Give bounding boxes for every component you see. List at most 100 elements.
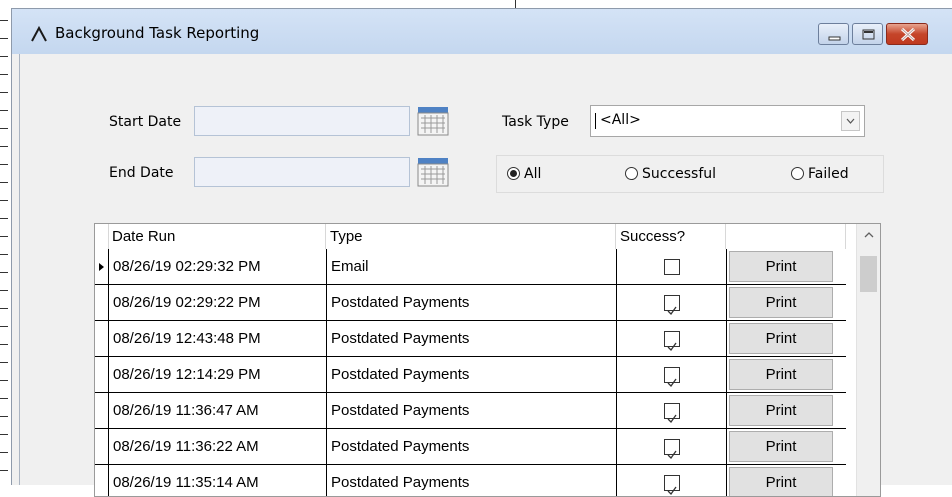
- ruler-tick: [0, 164, 8, 165]
- success-checkbox[interactable]: [663, 475, 680, 496]
- maximize-button[interactable]: [852, 23, 883, 45]
- radio-failed-indicator: [791, 167, 804, 180]
- column-header-date-run[interactable]: Date Run: [108, 224, 326, 249]
- ruler-tick: [0, 92, 8, 93]
- start-date-input[interactable]: [194, 106, 410, 136]
- app-logo-icon: [30, 25, 48, 46]
- minimize-button[interactable]: [818, 23, 849, 45]
- vertical-scrollbar[interactable]: [856, 224, 880, 496]
- checkmark-icon: [667, 342, 677, 352]
- table-row[interactable]: 08/26/19 11:36:22 AM Postdated Payments Pr…: [95, 429, 855, 465]
- success-checkbox[interactable]: [663, 403, 680, 424]
- cell-date-run[interactable]: 08/26/19 12:43:48 PM: [108, 321, 326, 357]
- end-date-input[interactable]: [194, 157, 410, 187]
- end-date-calendar-button[interactable]: [417, 157, 449, 187]
- calendar-icon: [417, 158, 449, 187]
- cell-type[interactable]: Postdated Payments: [326, 429, 616, 465]
- task-type-value: <All>: [600, 112, 641, 128]
- cell-print: Print: [726, 249, 846, 285]
- table-row[interactable]: 08/26/19 11:36:47 AM Postdated Payments Pr…: [95, 393, 855, 429]
- ruler-tick: [0, 272, 8, 273]
- close-button[interactable]: [886, 23, 928, 45]
- row-selector[interactable]: [95, 285, 108, 321]
- cell-success: [616, 429, 726, 465]
- cell-type[interactable]: Postdated Payments: [326, 357, 616, 393]
- cell-type[interactable]: Postdated Payments: [326, 465, 616, 496]
- cell-success: [616, 393, 726, 429]
- cell-success: [616, 465, 726, 496]
- column-header-success[interactable]: Success?: [616, 224, 726, 249]
- app-window: Background Task Reporting Start Date End…: [11, 8, 952, 497]
- cell-type[interactable]: Email: [326, 249, 616, 285]
- ruler-tick: [0, 56, 8, 57]
- print-button[interactable]: Print: [729, 323, 833, 354]
- title-bar[interactable]: Background Task Reporting: [12, 9, 952, 54]
- print-button[interactable]: Print: [729, 395, 833, 426]
- start-date-label: Start Date: [109, 114, 182, 130]
- print-button[interactable]: Print: [729, 359, 833, 390]
- cell-date-run[interactable]: 08/26/19 11:35:14 AM: [108, 465, 326, 496]
- cell-date-run[interactable]: 08/26/19 11:36:47 AM: [108, 393, 326, 429]
- print-button[interactable]: Print: [729, 431, 833, 462]
- ruler-tick: [0, 200, 8, 201]
- success-checkbox[interactable]: [663, 295, 680, 316]
- table-row[interactable]: 08/26/19 02:29:22 PM Postdated Payments Pr…: [95, 285, 855, 321]
- row-selector[interactable]: [95, 465, 108, 496]
- table-row[interactable]: 08/26/19 02:29:32 PM Email Print: [95, 249, 855, 285]
- cell-type[interactable]: Postdated Payments: [326, 393, 616, 429]
- print-button[interactable]: Print: [729, 287, 833, 318]
- row-selector[interactable]: [95, 429, 108, 465]
- ruler-tick: [0, 38, 8, 39]
- row-selector[interactable]: [95, 249, 108, 285]
- ruler-tick: [0, 146, 8, 147]
- checkmark-icon: [667, 450, 677, 460]
- ruler-tick: [0, 128, 8, 129]
- current-row-arrow-icon: [99, 263, 104, 271]
- dropdown-button[interactable]: [841, 111, 860, 131]
- cell-success: [616, 321, 726, 357]
- column-header-print: [726, 224, 846, 249]
- column-header-type[interactable]: Type: [326, 224, 616, 249]
- scrollbar-thumb[interactable]: [860, 256, 877, 292]
- success-checkbox[interactable]: [663, 367, 680, 388]
- checkmark-icon: [667, 486, 677, 496]
- radio-failed-label: Failed: [808, 166, 849, 182]
- row-selector[interactable]: [95, 393, 108, 429]
- cell-success: [616, 249, 726, 285]
- ruler-tick: [0, 254, 8, 255]
- row-selector[interactable]: [95, 357, 108, 393]
- cell-date-run[interactable]: 08/26/19 12:14:29 PM: [108, 357, 326, 393]
- left-ruler: [0, 0, 10, 485]
- print-button[interactable]: Print: [729, 251, 833, 282]
- client-area: Start Date End Date Task Type <All> All …: [19, 54, 952, 497]
- ruler-tick: [0, 344, 8, 345]
- row-selector[interactable]: [95, 321, 108, 357]
- success-checkbox[interactable]: [663, 439, 680, 460]
- start-date-calendar-button[interactable]: [417, 106, 449, 136]
- task-type-dropdown[interactable]: <All>: [590, 105, 865, 137]
- table-row[interactable]: 08/26/19 12:14:29 PM Postdated Payments Pr…: [95, 357, 855, 393]
- radio-all-indicator: [507, 167, 520, 180]
- cell-date-run[interactable]: 08/26/19 11:36:22 AM: [108, 429, 326, 465]
- radio-successful[interactable]: Successful: [625, 166, 716, 182]
- success-checkbox[interactable]: [663, 259, 680, 275]
- cell-print: Print: [726, 465, 846, 496]
- radio-all[interactable]: All: [507, 166, 541, 182]
- table-row[interactable]: 08/26/19 11:35:14 AM Postdated Payments Pr…: [95, 465, 855, 496]
- print-button[interactable]: Print: [729, 467, 833, 496]
- scroll-up-icon[interactable]: [863, 231, 875, 239]
- cell-date-run[interactable]: 08/26/19 02:29:22 PM: [108, 285, 326, 321]
- task-grid[interactable]: Date Run Type Success? 08/26/19 02:29:32…: [94, 223, 881, 497]
- table-row[interactable]: 08/26/19 12:43:48 PM Postdated Payments Pr…: [95, 321, 855, 357]
- radio-failed[interactable]: Failed: [791, 166, 849, 182]
- ruler-tick: [0, 380, 8, 381]
- cell-date-run[interactable]: 08/26/19 02:29:32 PM: [108, 249, 326, 285]
- cell-type[interactable]: Postdated Payments: [326, 321, 616, 357]
- cell-print: Print: [726, 285, 846, 321]
- cell-type[interactable]: Postdated Payments: [326, 285, 616, 321]
- success-checkbox[interactable]: [663, 331, 680, 352]
- cell-print: Print: [726, 429, 846, 465]
- calendar-icon: [417, 107, 449, 136]
- ruler-tick: [0, 452, 8, 453]
- checkmark-icon: [667, 414, 677, 424]
